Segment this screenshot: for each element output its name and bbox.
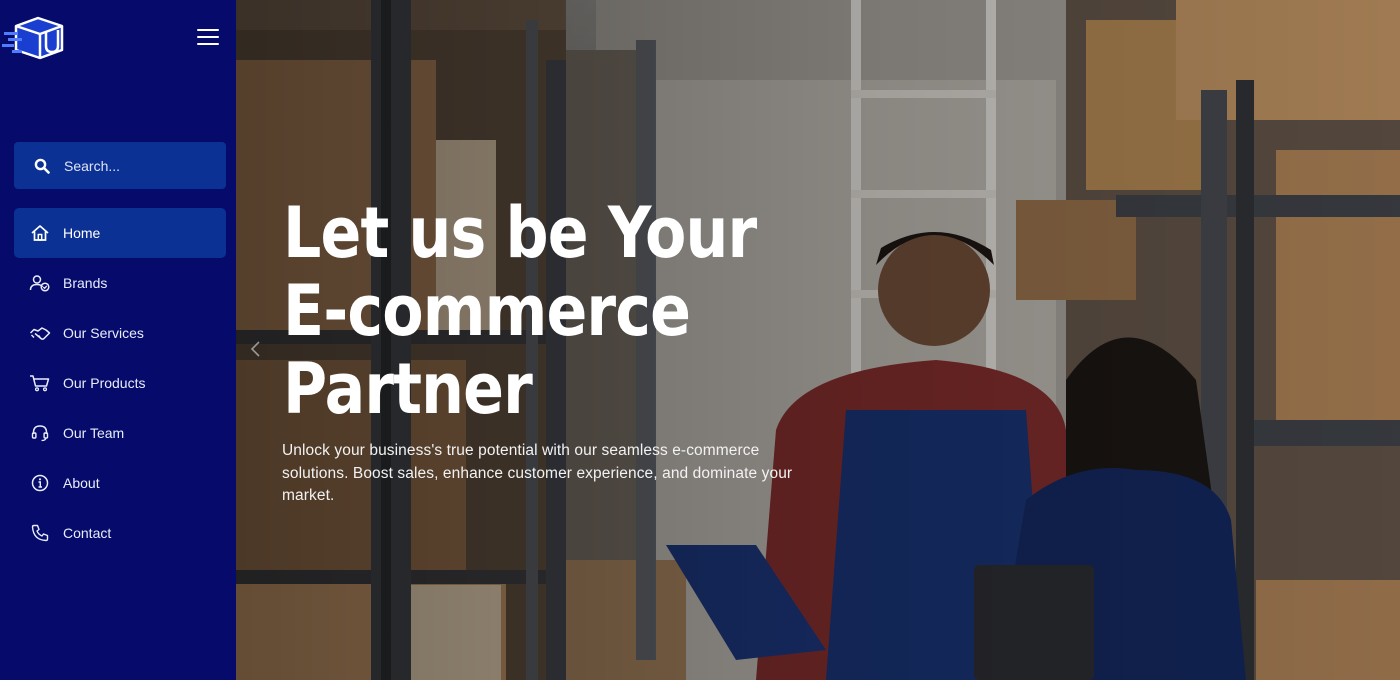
- sidebar-item-label: Contact: [63, 525, 112, 541]
- sidebar-item-brands[interactable]: Brands: [14, 258, 226, 308]
- sidebar-item-home[interactable]: Home: [14, 208, 226, 258]
- headset-icon: [29, 422, 51, 444]
- sidebar-nav: Home Brands Our Services Our Products Ou…: [14, 208, 226, 558]
- hero-section: Let us be Your E-commerce Partner Unlock…: [236, 0, 1400, 680]
- sidebar-item-our-services[interactable]: Our Services: [14, 308, 226, 358]
- users-icon: [29, 272, 51, 294]
- sidebar-item-label: About: [63, 475, 100, 491]
- sidebar-item-our-team[interactable]: Our Team: [14, 408, 226, 458]
- sidebar-item-our-products[interactable]: Our Products: [14, 358, 226, 408]
- sidebar-item-label: Brands: [63, 275, 108, 291]
- sidebar-item-label: Our Services: [63, 325, 144, 341]
- chevron-left-icon[interactable]: [246, 334, 264, 364]
- cart-icon: [29, 372, 51, 394]
- headline-line-1: Let us be Your: [283, 192, 757, 274]
- sidebar-item-contact[interactable]: Contact: [14, 508, 226, 558]
- home-icon: [29, 222, 51, 244]
- search-input[interactable]: [64, 157, 204, 174]
- cube-delivery-logo[interactable]: [2, 14, 64, 62]
- sidebar-item-label: Our Team: [63, 425, 125, 441]
- phone-icon: [29, 522, 51, 544]
- hamburger-icon[interactable]: [194, 26, 222, 48]
- search-icon: [32, 156, 52, 176]
- handshake-icon: [29, 322, 51, 344]
- headline-line-2: E-commerce: [283, 270, 691, 352]
- hero-subtext: Unlock your business's true potential wi…: [282, 442, 793, 504]
- sidebar-item-label: Our Products: [63, 375, 146, 391]
- hero-headline: Let us be Your E-commerce Partner: [283, 194, 765, 428]
- info-icon: [29, 472, 51, 494]
- headline-line-3: Partner: [283, 348, 533, 430]
- sidebar-item-label: Home: [63, 225, 101, 241]
- sidebar: Home Brands Our Services Our Products Ou…: [0, 0, 236, 680]
- sidebar-item-about[interactable]: About: [14, 458, 226, 508]
- search-box[interactable]: [14, 142, 226, 189]
